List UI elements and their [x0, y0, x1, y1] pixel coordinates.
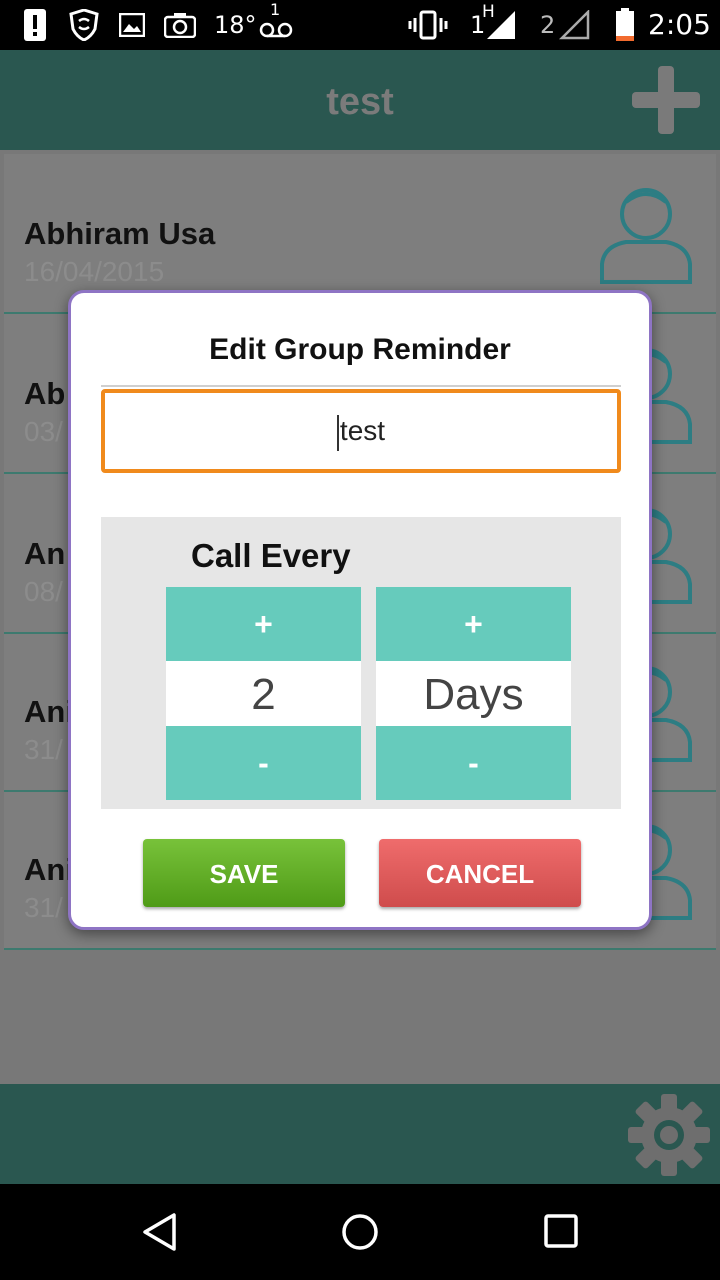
count-picker: + 2 - [166, 587, 361, 800]
back-icon [143, 1213, 176, 1251]
contact-name: Abhiram Usa [24, 216, 216, 251]
edit-reminder-dialog: Edit Group Reminder test Call Every + 2 … [68, 290, 652, 930]
text-caret [336, 414, 339, 451]
call-every-panel: Call Every + 2 - + Days - [101, 517, 621, 809]
reminder-date: 31/ [24, 734, 63, 765]
contact-name: Ab [24, 376, 66, 411]
group-name-value: test [339, 415, 386, 446]
vibrate-icon [408, 8, 448, 42]
divider [101, 385, 621, 387]
image-icon [118, 8, 146, 42]
add-button[interactable] [630, 64, 702, 136]
avatar-icon [600, 188, 692, 284]
count-increment-button[interactable]: + [166, 587, 361, 661]
gear-icon [628, 1094, 710, 1176]
settings-button[interactable] [626, 1092, 712, 1178]
voicemail-count: 1 [270, 0, 281, 19]
unit-value[interactable]: Days [376, 661, 571, 726]
clock: 2:05 [648, 8, 711, 41]
alert-icon [22, 8, 48, 42]
plus-icon [632, 66, 700, 134]
status-bar: 18° 1 1 H 2 2:05 [0, 0, 720, 50]
home-button[interactable] [340, 1212, 380, 1252]
shield-icon [68, 8, 100, 42]
count-decrement-button[interactable]: - [166, 726, 361, 800]
signal-icon [556, 8, 590, 42]
page-title: test [326, 81, 394, 123]
app-bar: test [0, 50, 720, 150]
unit-picker: + Days - [376, 587, 571, 800]
bottom-bar [0, 1084, 720, 1184]
reminder-date: 08/ [24, 576, 63, 607]
temperature-text: 18° [214, 11, 257, 39]
save-button[interactable]: SAVE [143, 839, 345, 907]
battery-icon [614, 8, 636, 42]
recents-button[interactable] [542, 1212, 582, 1252]
unit-decrement-button[interactable]: - [376, 726, 571, 800]
call-every-label: Call Every [191, 537, 351, 574]
back-button[interactable] [140, 1212, 180, 1252]
camera-icon [163, 8, 197, 42]
unit-increment-button[interactable]: + [376, 587, 571, 661]
contact-name: Ani [24, 694, 74, 729]
recents-icon [544, 1214, 578, 1248]
dialog-title: Edit Group Reminder [209, 333, 511, 366]
home-icon [342, 1214, 378, 1250]
contact-name: An [24, 536, 66, 571]
cancel-button[interactable]: CANCEL [379, 839, 581, 907]
reminder-date: 16/04/2015 [24, 256, 165, 287]
count-value[interactable]: 2 [166, 661, 361, 726]
reminder-date: 03/ [24, 416, 63, 447]
sim2-label: 2 [540, 11, 556, 39]
system-nav-bar [0, 1184, 720, 1280]
reminder-date: 31/ [24, 892, 63, 923]
group-name-input[interactable]: test [101, 389, 621, 473]
signal-icon [482, 8, 516, 42]
contact-name: Ani [24, 852, 74, 887]
